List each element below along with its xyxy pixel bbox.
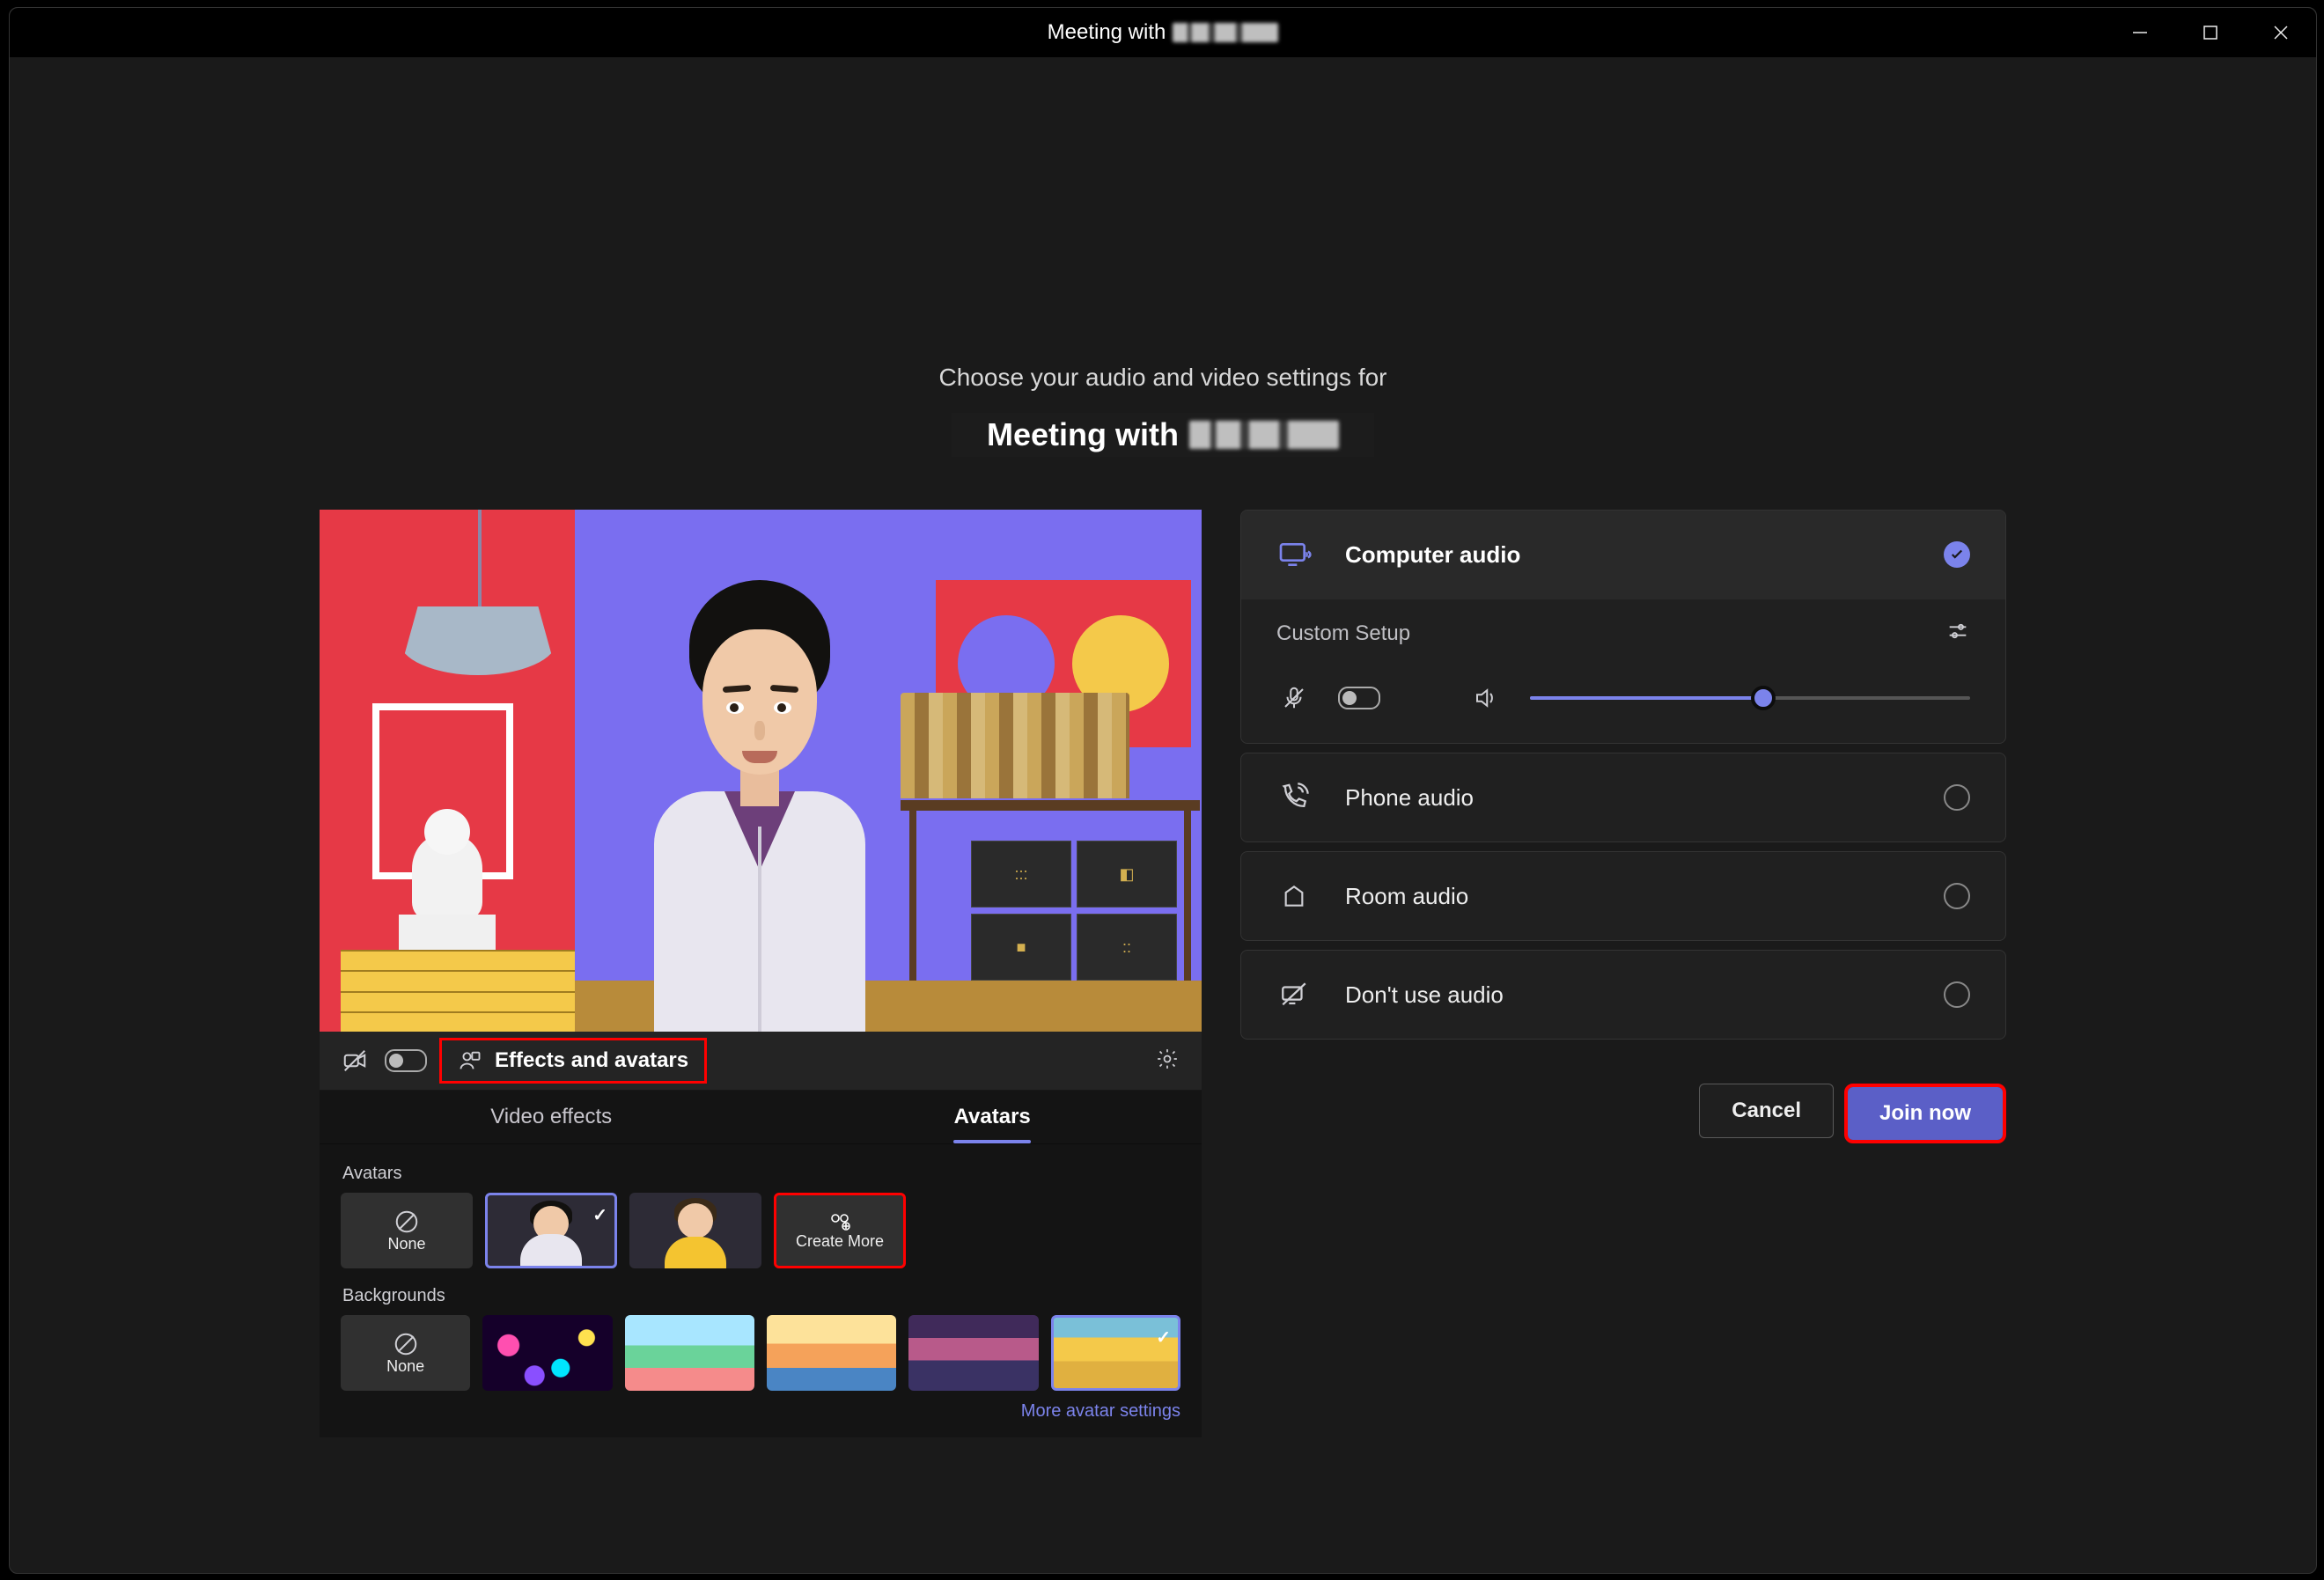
- effects-tabs: Video effects Avatars: [320, 1091, 1202, 1144]
- join-now-highlight: Join now: [1844, 1084, 2006, 1143]
- background-option-3[interactable]: [767, 1315, 896, 1391]
- content-area: Choose your audio and video settings for…: [10, 57, 2316, 1573]
- background-option-5[interactable]: ✓: [1051, 1315, 1180, 1391]
- effects-and-avatars-button[interactable]: Effects and avatars: [439, 1038, 707, 1084]
- tab-avatars[interactable]: Avatars: [928, 1091, 1057, 1143]
- window-title-prefix: Meeting with: [1048, 20, 1166, 45]
- volume-slider[interactable]: [1530, 696, 1970, 700]
- audio-box: Computer audio Custom Setup: [1240, 510, 2006, 744]
- video-column: :::◧ ■::: [320, 510, 1202, 1437]
- meeting-title-participant-redacted: [1189, 421, 1339, 449]
- background-thumbnails: None ✓: [341, 1315, 1180, 1391]
- audio-column: Computer audio Custom Setup: [1240, 510, 2006, 1437]
- video-preview: :::◧ ■::: [320, 510, 1202, 1032]
- avatar-option-2[interactable]: [629, 1193, 761, 1268]
- title-bar: Meeting with: [10, 8, 2316, 57]
- backgrounds-section-label: Backgrounds: [342, 1286, 1180, 1306]
- prohibit-icon: [393, 1209, 420, 1235]
- background-option-1[interactable]: [482, 1315, 612, 1391]
- meeting-title-line: Meeting with: [952, 413, 1374, 457]
- create-more-avatars[interactable]: Create More: [774, 1193, 906, 1268]
- avatar-preview: [601, 562, 918, 1032]
- more-avatar-settings-link[interactable]: More avatar settings: [341, 1401, 1180, 1422]
- audio-settings-button[interactable]: [1945, 619, 1970, 648]
- room-icon: [1276, 882, 1312, 910]
- phone-audio-label: Phone audio: [1345, 784, 1474, 812]
- no-audio-label: Don't use audio: [1345, 981, 1504, 1009]
- avatars-section-label: Avatars: [342, 1164, 1180, 1184]
- no-audio-option[interactable]: Don't use audio: [1240, 950, 2006, 1040]
- check-icon: ✓: [1156, 1326, 1171, 1349]
- phone-icon: [1276, 783, 1312, 812]
- minimize-button[interactable]: [2105, 8, 2175, 57]
- effects-button-label: Effects and avatars: [495, 1048, 688, 1073]
- add-avatar-icon: [827, 1211, 853, 1232]
- join-now-button[interactable]: Join now: [1848, 1087, 2003, 1140]
- close-button[interactable]: [2246, 8, 2316, 57]
- custom-setup-label: Custom Setup: [1276, 621, 1410, 646]
- window-title: Meeting with: [1048, 20, 1279, 45]
- background-option-2[interactable]: [625, 1315, 754, 1391]
- radio-checked-icon: [1944, 541, 1970, 568]
- avatar-option-1[interactable]: ✓: [485, 1193, 617, 1268]
- prompt-text: Choose your audio and video settings for: [939, 364, 1387, 392]
- prejoin-panel: :::◧ ■::: [320, 510, 2006, 1437]
- device-settings-button[interactable]: [1156, 1047, 1179, 1075]
- computer-audio-label: Computer audio: [1345, 541, 1520, 569]
- avatars-panel: Avatars None ✓: [320, 1144, 1202, 1437]
- no-audio-icon: [1276, 980, 1312, 1010]
- avatar-none[interactable]: None: [341, 1193, 473, 1268]
- computer-audio-icon: [1276, 537, 1312, 572]
- sliders-icon: [1945, 619, 1970, 643]
- camera-off-icon: [337, 1047, 372, 1074]
- custom-setup-section: Custom Setup: [1241, 599, 2005, 743]
- background-option-4[interactable]: [908, 1315, 1038, 1391]
- mic-toggle[interactable]: [1338, 687, 1380, 709]
- room-audio-option[interactable]: Room audio: [1240, 851, 2006, 941]
- window-controls: [2105, 8, 2316, 57]
- effects-icon: [458, 1048, 482, 1073]
- computer-audio-option[interactable]: Computer audio: [1241, 511, 2005, 599]
- avatar-thumbnails: None ✓: [341, 1193, 1180, 1268]
- phone-audio-option[interactable]: Phone audio: [1240, 753, 2006, 842]
- radio-unchecked-icon: [1944, 883, 1970, 909]
- cancel-button[interactable]: Cancel: [1699, 1084, 1834, 1138]
- action-buttons: Cancel Join now: [1240, 1084, 2006, 1143]
- speaker-icon: [1468, 685, 1504, 711]
- gear-icon: [1156, 1047, 1179, 1070]
- preview-controls-bar: Effects and avatars: [320, 1032, 1202, 1091]
- room-audio-label: Room audio: [1345, 883, 1468, 910]
- maximize-button[interactable]: [2175, 8, 2246, 57]
- radio-unchecked-icon: [1944, 981, 1970, 1008]
- mic-muted-icon: [1276, 685, 1312, 711]
- app-window: Meeting with Choose your audio and video…: [9, 7, 2317, 1574]
- prohibit-icon: [393, 1331, 419, 1357]
- tab-video-effects[interactable]: Video effects: [464, 1091, 638, 1143]
- background-none[interactable]: None: [341, 1315, 470, 1391]
- window-title-participant-redacted: [1173, 23, 1278, 42]
- radio-unchecked-icon: [1944, 784, 1970, 811]
- meeting-title-prefix: Meeting with: [987, 416, 1179, 453]
- camera-toggle[interactable]: [385, 1049, 427, 1072]
- check-icon: ✓: [592, 1204, 607, 1226]
